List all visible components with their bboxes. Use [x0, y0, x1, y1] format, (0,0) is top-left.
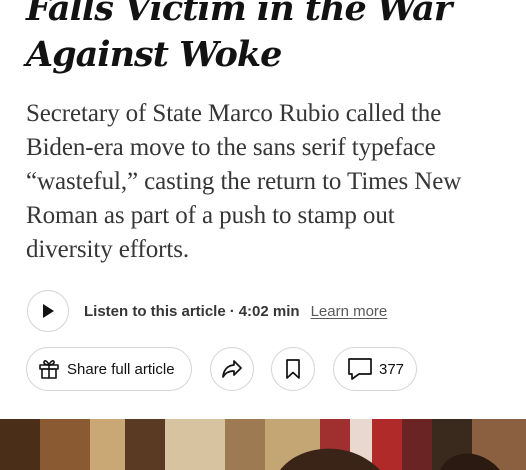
- summary-line: Roman as part of a push to stamp out: [26, 202, 395, 229]
- share-full-article-button[interactable]: Share full article: [26, 347, 192, 391]
- summary-line: Biden-era move to the sans serif typefac…: [26, 134, 436, 161]
- summary-line: Secretary of State Marco Rubio called th…: [26, 100, 442, 127]
- learn-more-link[interactable]: Learn more: [311, 303, 388, 320]
- summary-line: diversity efforts.: [26, 236, 189, 263]
- article-headline: Falls Victim in the War Against Woke: [26, 0, 516, 78]
- play-icon: [43, 304, 54, 318]
- headline-line: Falls Victim in the War: [26, 0, 452, 29]
- share-label: Share full article: [67, 360, 175, 378]
- listen-bar: Listen to this article · 4:02 min Learn …: [27, 289, 387, 333]
- headline-line: Against Woke: [26, 34, 282, 75]
- play-button[interactable]: [27, 290, 69, 332]
- comments-count: 377: [378, 360, 405, 378]
- comments-button[interactable]: 377: [333, 347, 417, 391]
- summary-line: “wasteful,” casting the return to Times …: [26, 168, 462, 195]
- share-button[interactable]: [210, 347, 254, 391]
- share-arrow-icon: [222, 360, 242, 378]
- article-lead-image: [0, 419, 526, 470]
- listen-label[interactable]: Listen to this article: [84, 303, 226, 320]
- bookmark-icon: [286, 359, 300, 379]
- gift-icon: [39, 360, 59, 379]
- save-article-button[interactable]: [271, 347, 315, 391]
- comment-bubble-icon: [348, 358, 372, 380]
- listen-duration: 4:02 min: [238, 302, 300, 320]
- listen-separator: ·: [229, 302, 235, 320]
- article-summary: Secretary of State Marco Rubio called th…: [26, 97, 521, 267]
